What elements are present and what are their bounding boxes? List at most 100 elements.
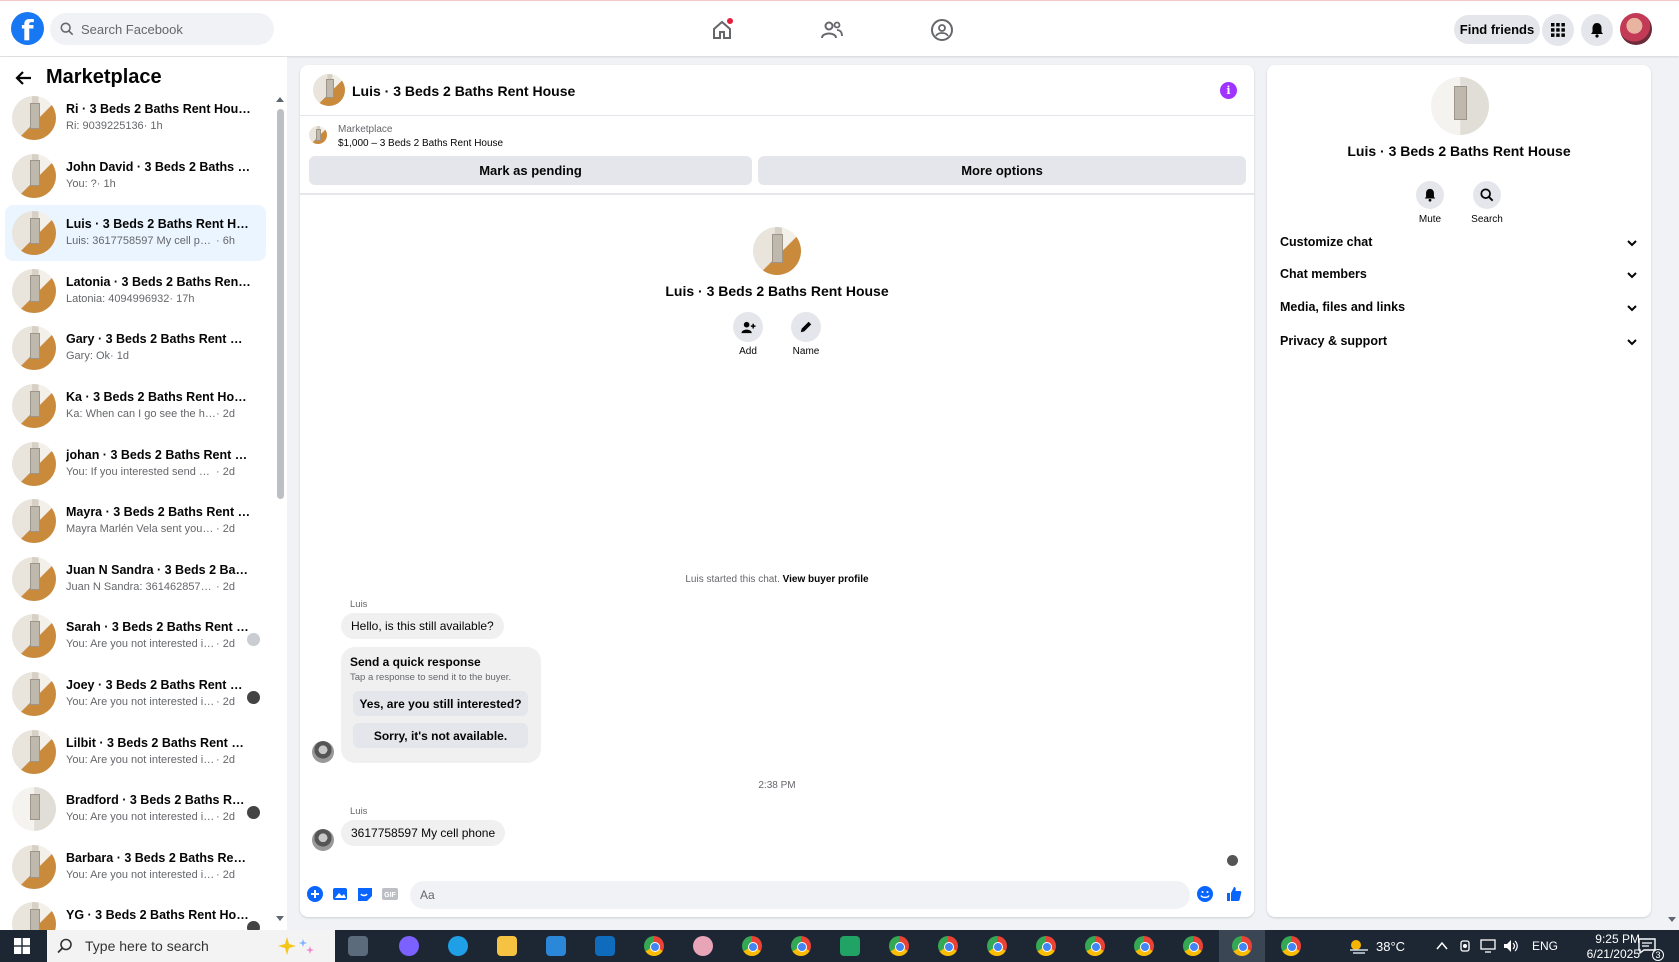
gif-icon[interactable]: GIF <box>381 885 399 903</box>
menu-grid-button[interactable] <box>1542 14 1574 46</box>
listing-summary[interactable]: Marketplace $1,000 – 3 Beds 2 Baths Rent… <box>300 116 1254 155</box>
mute-action[interactable]: Mute <box>1407 181 1453 225</box>
seen-avatar <box>247 691 260 704</box>
friends-icon[interactable] <box>820 18 844 42</box>
quick-reply-yes-button[interactable]: Yes, are you still interested? <box>353 691 528 716</box>
add-people-action[interactable]: Add <box>728 312 768 357</box>
conversation-time: · 2d <box>216 753 235 766</box>
details-avatar[interactable] <box>1431 77 1489 135</box>
chrome-icon[interactable] <box>987 936 1007 956</box>
details-section-chat-members[interactable]: Chat members <box>1280 267 1640 287</box>
weather-icon[interactable] <box>1348 938 1370 954</box>
chrome-icon[interactable] <box>791 936 811 956</box>
store-icon[interactable] <box>546 936 566 956</box>
chrome-icon[interactable] <box>742 936 762 956</box>
quick-reply-no-button[interactable]: Sorry, it's not available. <box>353 723 528 748</box>
thumbs-up-icon[interactable] <box>1225 885 1243 903</box>
clock-time[interactable]: 9:25 PM <box>1584 932 1640 946</box>
photo-icon[interactable] <box>331 885 349 903</box>
clock-date[interactable]: 6/21/2025 <box>1570 947 1640 961</box>
conversation-item[interactable]: Joey · 3 Beds 2 Baths Rent Ho... You: Are… <box>5 666 266 722</box>
chrome-icon[interactable] <box>1183 936 1203 956</box>
conversation-item[interactable]: Gary · 3 Beds 2 Baths Rent House Gary: Ok… <box>5 320 266 376</box>
conversation-avatar <box>12 556 56 601</box>
profile-avatar[interactable] <box>1620 13 1652 45</box>
details-section-customize-chat[interactable]: Customize chat <box>1280 235 1640 255</box>
name-chat-action[interactable]: Name <box>786 312 826 357</box>
conversation-time: · 1d <box>110 350 129 363</box>
sender-avatar[interactable] <box>312 741 334 763</box>
conversation-item[interactable]: Mayra · 3 Beds 2 Baths Rent Ho... Mayra M… <box>5 493 266 549</box>
chrome-icon[interactable] <box>644 936 664 956</box>
conversation-item[interactable]: John David · 3 Beds 2 Baths Ren... You: ?… <box>5 148 266 204</box>
chat-title[interactable]: Luis · 3 Beds 2 Baths Rent House <box>352 83 575 99</box>
groups-icon[interactable] <box>930 18 954 42</box>
chrome-icon[interactable] <box>1281 936 1301 956</box>
task-view-icon[interactable] <box>348 936 368 956</box>
chevron-up-icon[interactable] <box>1436 941 1448 951</box>
conversation-item[interactable]: Luis · 3 Beds 2 Baths Rent House Luis: 36… <box>5 205 266 262</box>
message-bubble[interactable]: 3617758597 My cell phone <box>341 820 506 846</box>
sender-avatar[interactable] <box>312 829 334 851</box>
message-bubble[interactable]: Hello, is this still available? <box>341 613 504 639</box>
conversation-preview: You: Are you not interested in t... · 2d <box>66 638 235 650</box>
file-explorer-icon[interactable] <box>497 936 517 956</box>
weather-temperature[interactable]: 38°C <box>1376 939 1405 954</box>
home-icon[interactable] <box>710 18 734 42</box>
sticker-icon[interactable] <box>356 885 374 903</box>
chrome-icon[interactable] <box>1232 936 1252 956</box>
edge-icon[interactable] <box>448 936 468 956</box>
info-icon[interactable]: i <box>1220 82 1237 99</box>
sidebar-scroll-thumb[interactable] <box>277 109 284 499</box>
scroll-down-arrow-icon[interactable] <box>276 916 284 921</box>
details-section-media-files-and-links[interactable]: Media, files and links <box>1280 300 1640 320</box>
details-section-privacy-support[interactable]: Privacy & support <box>1280 334 1640 354</box>
find-friends-button[interactable]: Find friends <box>1454 15 1540 44</box>
page-scroll-down-arrow-icon[interactable] <box>1668 917 1676 922</box>
chat-header-avatar[interactable] <box>313 74 345 106</box>
taskbar-search-box[interactable]: Type here to search <box>47 930 335 962</box>
conversation-item[interactable]: johan · 3 Beds 2 Baths Rent Ho... You: If… <box>5 436 266 492</box>
seen-avatar <box>247 806 260 820</box>
mark-as-pending-button[interactable]: Mark as pending <box>309 156 752 185</box>
facebook-search-input[interactable]: Search Facebook <box>50 13 274 45</box>
conversation-item[interactable]: Sarah · 3 Beds 2 Baths Rent H... You: Are… <box>5 608 266 664</box>
windows-start-icon[interactable] <box>14 938 30 954</box>
chrome-icon[interactable] <box>1134 936 1154 956</box>
conversation-time: · 2d <box>216 465 235 478</box>
network-icon[interactable] <box>1480 939 1496 953</box>
conversation-item[interactable]: Bradford · 3 Beds 2 Baths Ren... You: Are… <box>5 781 266 837</box>
back-arrow-icon[interactable] <box>14 68 34 88</box>
spreadsheet-icon[interactable] <box>840 936 860 956</box>
chrome-icon[interactable] <box>1085 936 1105 956</box>
conversation-avatar <box>12 153 56 198</box>
conversation-name: Mayra · 3 Beds 2 Baths Rent Ho... <box>66 505 251 520</box>
conversation-time: · 2d <box>216 868 235 881</box>
conversation-item[interactable]: YG · 3 Beds 2 Baths Rent House <box>5 896 266 930</box>
language-indicator[interactable]: ENG <box>1532 939 1558 953</box>
chrome-icon[interactable] <box>889 936 909 956</box>
paint-icon[interactable] <box>693 936 713 956</box>
scroll-up-arrow-icon[interactable] <box>276 97 284 102</box>
more-options-button[interactable]: More options <box>758 156 1246 185</box>
chrome-icon[interactable] <box>1036 936 1056 956</box>
volume-icon[interactable] <box>1503 939 1519 953</box>
emoji-icon[interactable] <box>1196 885 1214 903</box>
conversation-item[interactable]: Latonia · 3 Beds 2 Baths Rent H... Latoni… <box>5 263 266 319</box>
copilot-icon[interactable] <box>399 936 419 956</box>
search-in-chat-action[interactable]: Search <box>1464 181 1510 225</box>
camera-icon[interactable] <box>1458 939 1472 953</box>
conversation-item[interactable]: Ka · 3 Beds 2 Baths Rent House Ka: When c… <box>5 378 266 434</box>
plus-circle-icon[interactable] <box>306 885 324 903</box>
conversation-name: Juan N Sandra · 3 Beds 2 Baths ... <box>66 562 251 577</box>
message-input[interactable]: Aa <box>410 881 1190 909</box>
notifications-button[interactable] <box>1581 14 1613 46</box>
conversation-item[interactable]: Barbara · 3 Beds 2 Baths Rent H... You: A… <box>5 839 266 895</box>
outlook-icon[interactable] <box>595 936 615 956</box>
chrome-icon[interactable] <box>938 936 958 956</box>
facebook-logo[interactable]: f <box>11 12 44 45</box>
view-buyer-profile-link[interactable]: View buyer profile <box>783 574 869 585</box>
conversation-item[interactable]: Ri · 3 Beds 2 Baths Rent House Ri: 903922… <box>5 90 266 146</box>
conversation-item[interactable]: Lilbit · 3 Beds 2 Baths Rent House You: A… <box>5 724 266 780</box>
conversation-item[interactable]: Juan N Sandra · 3 Beds 2 Baths ... Juan N… <box>5 551 266 607</box>
